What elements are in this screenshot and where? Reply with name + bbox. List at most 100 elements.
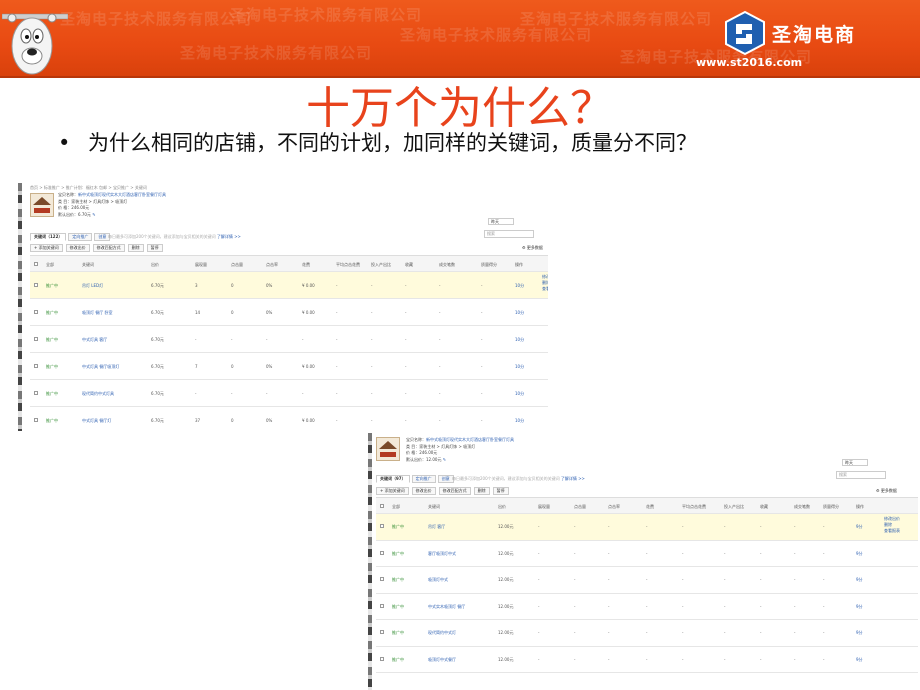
keyword-link[interactable]: 客厅吸顶灯中式 <box>428 551 456 557</box>
quality-score[interactable]: 9分 <box>856 657 863 663</box>
keyword-link[interactable]: 吸顶灯中式 <box>428 577 448 583</box>
row-checkbox[interactable] <box>380 603 384 609</box>
bid-value[interactable]: 6.70元 <box>151 310 164 316</box>
bid-value[interactable]: 6.70元 <box>151 418 164 424</box>
column-header[interactable]: 花费 <box>302 262 310 268</box>
add-keyword-button[interactable]: + 添加关键词 <box>376 487 409 495</box>
row-checkbox[interactable] <box>34 282 38 288</box>
keyword-link[interactable]: 吊灯 LED灯 <box>82 283 103 289</box>
quality-score[interactable]: 9分 <box>856 577 863 583</box>
table-row[interactable]: 推广中 现代简约中式灯具 6.70元 - - - - - - - - - 10分 <box>30 380 548 407</box>
quality-score[interactable]: 10分 <box>515 337 524 343</box>
column-header[interactable]: 全部 <box>392 504 400 510</box>
tab-keywords[interactable]: 关键词（97） <box>376 475 410 483</box>
quality-score[interactable]: 9分 <box>856 551 863 557</box>
row-checkbox[interactable] <box>34 363 38 369</box>
column-header[interactable]: 关键词 <box>428 504 440 510</box>
bid-value[interactable]: 12.00元 <box>498 604 513 610</box>
quality-score[interactable]: 10分 <box>515 418 524 424</box>
bid-value[interactable]: 12.00元 <box>498 524 513 530</box>
keyword-link[interactable]: 现代简约中式灯具 <box>82 391 114 397</box>
tab-targeting[interactable]: 定向推广 <box>411 475 436 483</box>
row-checkbox[interactable] <box>380 577 384 582</box>
edit-bid-button[interactable]: 修改出价 <box>65 244 90 252</box>
edit-bid-button[interactable]: 修改出价 <box>411 487 436 495</box>
row-checkbox[interactable] <box>34 336 38 342</box>
keyword-search-input[interactable]: 搜索 <box>484 230 534 238</box>
bid-value[interactable]: 6.70元 <box>151 391 164 397</box>
column-header[interactable]: 成交笔数 <box>794 504 810 510</box>
column-header[interactable]: 平均点击花费 <box>682 504 706 510</box>
column-header[interactable]: 点击率 <box>266 262 278 268</box>
table-row[interactable]: 推广中 吊灯 LED灯 6.70元 3 0 0% ¥ 0.00 - - - - - 10分 修改出价删除查… <box>30 272 548 299</box>
table-row[interactable]: 推广中 中式实木吸顶灯 餐厅 12.00元 - - - - - - - - - 9分 <box>376 594 918 620</box>
tab-keywords[interactable]: 关键词（122） <box>30 233 67 241</box>
column-header[interactable]: 操作 <box>515 262 523 268</box>
quality-score[interactable]: 10分 <box>515 283 524 289</box>
edit-match-button[interactable]: 修改匹配方式 <box>438 487 471 495</box>
select-all-checkbox[interactable] <box>380 504 384 509</box>
bid-value[interactable]: 12.00元 <box>498 657 513 663</box>
column-header[interactable]: 点击量 <box>231 262 243 268</box>
keyword-search-input[interactable]: 搜索 <box>836 471 886 479</box>
table-row[interactable]: 推广中 吸顶灯中式 12.00元 - - - - - - - - - 9分 <box>376 567 918 594</box>
table-row[interactable]: 推广中 吸顶灯 餐厅 卧室 6.70元 14 0 0% ¥ 0.00 - - - - - 10分 <box>30 299 548 326</box>
row-checkbox[interactable] <box>380 550 384 556</box>
column-header[interactable]: 收藏 <box>760 504 768 510</box>
row-checkbox[interactable] <box>34 390 38 396</box>
keyword-link[interactable]: 吸顶灯中式餐厅 <box>428 657 456 663</box>
quality-score[interactable]: 9分 <box>856 524 863 530</box>
table-row[interactable]: 推广中 客厅吸顶灯中式 12.00元 - - - - - - - - - 9分 <box>376 541 918 567</box>
ad-name-link[interactable]: 新中式吸顶灯现代实木大灯酒店客厅卧室餐厅灯具 <box>78 192 166 197</box>
table-row[interactable]: 推广中 中式灯具 餐厅灯 6.70元 37 0 0% ¥ 0.00 - - - - - 10分 <box>30 407 548 431</box>
quality-score[interactable]: 9分 <box>856 630 863 636</box>
column-header[interactable]: 出价 <box>498 504 506 510</box>
keyword-link[interactable]: 中式灯具 餐厅灯 <box>82 418 111 424</box>
table-row[interactable]: 推广中 吸顶灯中式餐厅 12.00元 - - - - - - - - - 9分 <box>376 647 918 673</box>
column-header[interactable]: 投入产出比 <box>371 262 391 268</box>
date-select[interactable]: 昨天 <box>842 459 868 466</box>
column-header[interactable]: 关键词 <box>82 262 94 268</box>
edit-match-button[interactable]: 修改匹配方式 <box>92 244 125 252</box>
quality-score[interactable]: 10分 <box>515 310 524 316</box>
keyword-link[interactable]: 吸顶灯 餐厅 卧室 <box>82 310 113 316</box>
edit-pencil-icon[interactable]: ✎ <box>92 212 95 217</box>
column-header[interactable]: 展现量 <box>538 504 550 510</box>
keyword-link[interactable]: 吊灯 客厅 <box>428 524 445 530</box>
column-header[interactable]: 点击量 <box>574 504 586 510</box>
row-checkbox[interactable] <box>380 630 384 635</box>
column-header[interactable]: 收藏 <box>405 262 413 268</box>
row-checkbox[interactable] <box>34 417 38 423</box>
table-row[interactable]: 推广中 吊灯 客厅 12.00元 - - - - - - - - - 9分 修改出价 删除 查看报表 <box>376 514 918 541</box>
bid-value[interactable]: 6.70元 <box>151 337 164 343</box>
more-data-button[interactable]: ⚙ 更多数据 <box>876 488 897 494</box>
keyword-link[interactable]: 中式灯具 客厅 <box>82 337 107 343</box>
row-checkbox[interactable] <box>380 524 384 529</box>
delete-button[interactable]: 删除 <box>127 244 144 252</box>
ad-name-link[interactable]: 新中式吸顶灯现代实木大灯酒店客厅卧室餐厅灯具 <box>426 437 514 442</box>
column-header[interactable]: 展现量 <box>195 262 207 268</box>
tip-link[interactable]: 了解详情 >> <box>217 234 241 239</box>
add-keyword-button[interactable]: + 添加关键词 <box>30 244 63 252</box>
row-checkbox[interactable] <box>380 656 384 662</box>
column-header[interactable]: 质量得分 <box>481 262 497 268</box>
quality-score[interactable]: 10分 <box>515 364 524 370</box>
date-select[interactable]: 昨天 <box>488 218 514 225</box>
pause-button[interactable]: 暂停 <box>146 244 163 252</box>
bid-value[interactable]: 12.00元 <box>498 551 513 557</box>
table-row[interactable]: 推广中 中式灯具 客厅 6.70元 - - - - - - - - - 10分 <box>30 326 548 353</box>
row-action-link[interactable]: 查看报表 <box>542 286 548 292</box>
row-action-link[interactable]: 查看报表 <box>884 528 900 534</box>
column-header[interactable]: 全部 <box>46 262 54 268</box>
column-header[interactable]: 操作 <box>856 504 864 510</box>
quality-score[interactable]: 9分 <box>856 604 863 610</box>
bid-value[interactable]: 6.70元 <box>151 283 164 289</box>
keyword-link[interactable]: 中式实木吸顶灯 餐厅 <box>428 604 465 610</box>
bid-value[interactable]: 12.00元 <box>498 577 513 583</box>
column-header[interactable]: 花费 <box>646 504 654 510</box>
column-header[interactable]: 出价 <box>151 262 159 268</box>
row-checkbox[interactable] <box>34 309 38 315</box>
column-header[interactable]: 质量得分 <box>823 504 839 510</box>
more-data-button[interactable]: ⚙ 更多数据 <box>522 245 543 251</box>
select-all-checkbox[interactable] <box>34 262 38 267</box>
